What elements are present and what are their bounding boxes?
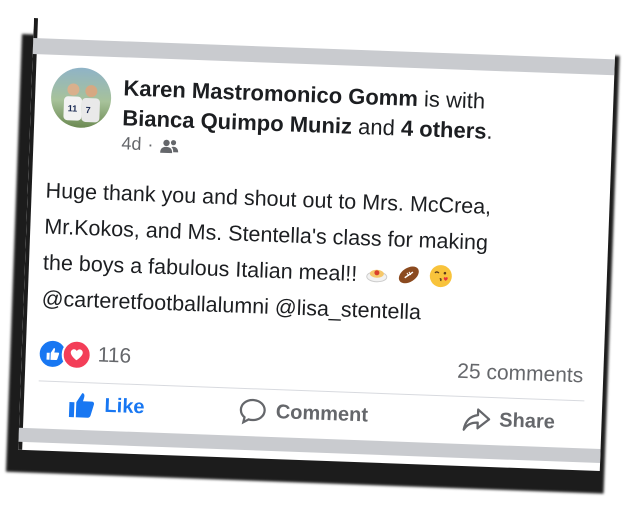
reaction-count: 116 — [97, 343, 132, 368]
with-text: is with — [423, 86, 486, 114]
share-label: Share — [498, 408, 556, 433]
thumbs-up-icon — [68, 393, 94, 418]
post-time[interactable]: 4d — [121, 133, 142, 155]
top-separator — [32, 37, 615, 76]
header-period: . — [486, 118, 494, 144]
comment-bubble-icon — [239, 398, 266, 425]
like-button[interactable]: Like — [66, 389, 145, 422]
meta-separator: · — [147, 134, 154, 155]
post-body: Huge thank you and shout out to Mrs. McC… — [41, 173, 598, 337]
friends-icon — [160, 139, 179, 153]
kiss-face-icon — [430, 265, 453, 288]
comment-button[interactable]: Comment — [237, 396, 368, 431]
avatar[interactable]: 11 7 — [50, 66, 113, 129]
facebook-post-card: 11 7 Karen Mastromonico Gomm is with Bia… — [18, 18, 616, 472]
svg-text:7: 7 — [85, 105, 90, 115]
like-label: Like — [104, 394, 145, 418]
post-line-3: the boys a fabulous Italian meal!! — [42, 250, 358, 287]
love-reaction-icon — [61, 339, 93, 371]
share-button[interactable]: Share — [461, 404, 556, 437]
author-name[interactable]: Karen Mastromonico Gomm — [123, 75, 418, 111]
comment-label: Comment — [275, 400, 369, 426]
avatar-photo: 11 7 — [63, 83, 100, 123]
svg-text:11: 11 — [68, 103, 78, 113]
others-link[interactable]: 4 others — [401, 116, 487, 144]
post-meta: 4d · — [121, 133, 180, 156]
share-arrow-icon — [462, 408, 490, 431]
reactions-summary[interactable]: 116 — [37, 338, 132, 371]
football-icon — [399, 266, 420, 284]
spaghetti-icon — [366, 269, 388, 283]
and-text: and — [357, 113, 396, 141]
post-header: Karen Mastromonico Gomm is with Bianca Q… — [122, 73, 594, 150]
comments-count[interactable]: 25 comments — [457, 360, 584, 389]
